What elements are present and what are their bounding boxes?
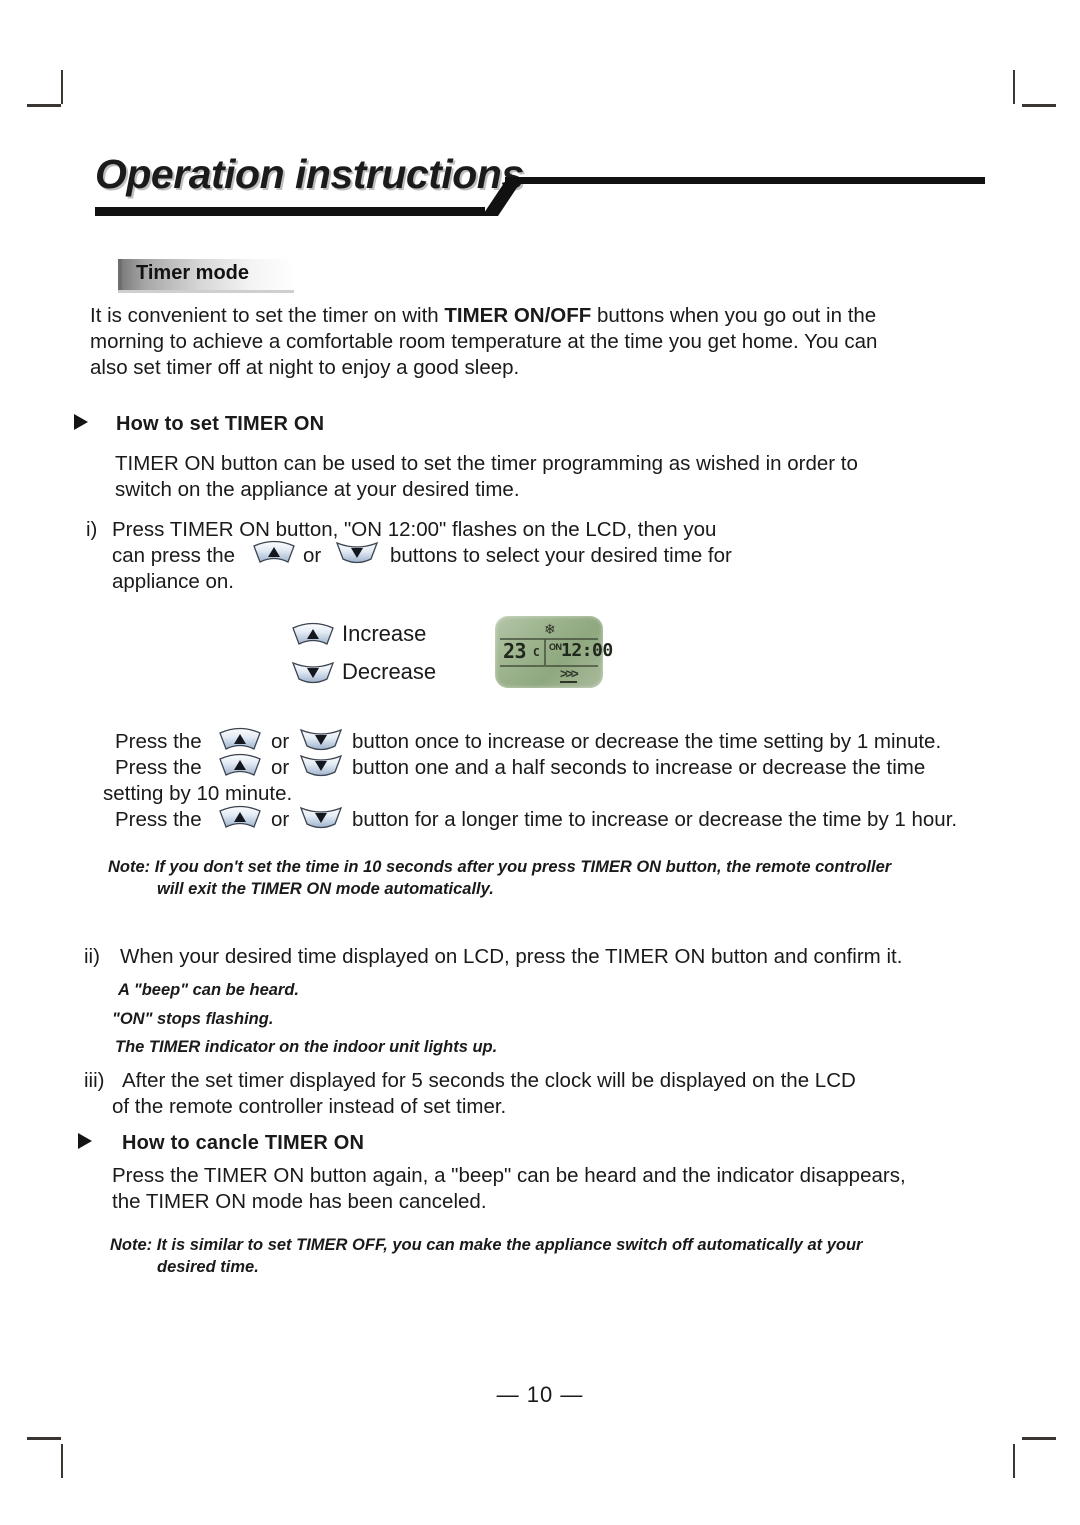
how-to-set-desc-line-2: switch on the appliance at your desired … [115,478,520,501]
intro-line-1: It is convenient to set the timer on wit… [90,303,876,329]
step-iii-line-2: of the remote controller instead of set … [112,1095,507,1118]
step-iii-marker: iii) [84,1069,105,1092]
lcd-time-value: 12:00 [561,640,613,661]
step-i-line-2-or: or [303,544,322,567]
press-line-2-down-icon[interactable] [299,753,343,777]
page-number: — 10 — [496,1382,584,1407]
step-ii-marker: ii) [84,945,100,968]
legend-increase-icon [291,622,335,646]
step-i-line-1: Press TIMER ON button, "ON 12:00" flashe… [112,518,717,541]
crop-mark-bottom-right-horizontal [1022,1437,1056,1440]
section-label-box: Timer mode [118,259,294,290]
press-line-2-or: or [271,756,290,779]
legend-increase-label: Increase [342,621,427,646]
press-line-1-up-icon[interactable] [218,727,262,751]
note-2-line-2: desired time. [157,1258,259,1276]
section-label-text: Timer mode [136,262,249,284]
crop-mark-top-left-horizontal [27,104,61,107]
step-ii-sub-3: The TIMER indicator on the indoor unit l… [115,1038,498,1056]
lcd-divider-vertical [544,639,546,665]
press-line-3-or: or [271,808,290,831]
press-line-2-up-icon[interactable] [218,753,262,777]
step-ii-sub-1: A "beep" can be heard. [118,981,300,999]
how-to-cancel-line-1: Press the TIMER ON button again, a "beep… [112,1164,906,1187]
lcd-timer-on-label: ON [549,642,562,652]
decrease-button-down-icon[interactable] [335,540,379,564]
press-line-3-down-icon[interactable] [299,805,343,829]
note-2-line-1: Note: It is similar to set TIMER OFF, yo… [110,1236,863,1254]
crop-mark-top-right-horizontal [1022,104,1056,107]
heading-how-to-cancel-timer-on: How to cancle TIMER ON [122,1132,365,1154]
legend-decrease-icon [291,660,335,684]
how-to-set-desc-line-1: TIMER ON button can be used to set the t… [115,452,858,475]
heading-how-to-set-timer-on: How to set TIMER ON [116,413,325,435]
step-i-marker: i) [86,518,98,541]
press-line-2-continuation: setting by 10 minute. [103,782,293,805]
intro-line-1-part-a: It is convenient to set the timer on wit… [90,304,445,327]
step-iii-line-1: After the set timer displayed for 5 seco… [122,1069,856,1092]
lcd-display: ❄ 23 C ON 12:00 >>> [495,616,613,688]
triangle-bullet-icon-set [74,414,88,430]
how-to-cancel-line-2: the TIMER ON mode has been canceled. [112,1190,487,1213]
press-line-3-suffix: button for a longer time to increase or … [352,808,958,831]
crop-mark-bottom-left-horizontal [27,1437,61,1440]
press-line-3-prefix: Press the [115,808,202,831]
intro-line-3: also set timer off at night to enjoy a g… [90,356,520,379]
legend-decrease-label: Decrease [342,659,437,684]
press-line-2-suffix: button one and a half seconds to increas… [352,756,926,779]
crop-mark-bottom-right-vertical [1013,1444,1015,1478]
lcd-inner-area: ❄ 23 C ON 12:00 >>> [500,621,613,683]
press-line-1-prefix: Press the [115,730,202,753]
page-header-banner: Operation instructions [95,151,985,223]
step-i-line-3: appliance on. [112,570,234,593]
snowflake-icon: ❄ [544,621,556,637]
timer-on-off-emphasis: TIMER ON/OFF [444,304,592,327]
press-line-1-or: or [271,730,290,753]
increase-button-up-icon[interactable] [252,540,296,564]
crop-mark-top-right-vertical [1013,70,1015,104]
lcd-divider-bottom [500,665,598,667]
fan-speed-indicator-icon: >>> [560,666,579,683]
banner-rule-lower [95,207,485,216]
triangle-bullet-icon-cancel [78,1133,92,1149]
note-1-line-1: Note: If you don't set the time in 10 se… [108,858,892,876]
lcd-temperature-value: 23 [503,639,527,663]
press-line-3-up-icon[interactable] [218,805,262,829]
press-line-1-down-icon[interactable] [299,727,343,751]
note-1-line-2: will exit the TIMER ON mode automaticall… [157,880,494,898]
press-line-2-prefix: Press the [115,756,202,779]
banner-rule-upper [505,177,985,184]
step-ii-line-1: When your desired time displayed on LCD,… [120,945,903,968]
press-line-1-suffix: button once to increase or decrease the … [352,730,942,753]
intro-line-1-part-c: buttons when you go out in the [591,304,877,327]
lcd-temperature-unit: C [533,646,540,659]
document-page: Operation instructions Timer mode It is … [0,0,1080,1525]
intro-line-2: morning to achieve a comfortable room te… [90,330,878,353]
step-i-line-2-prefix: can press the [112,544,236,567]
crop-mark-top-left-vertical [61,70,63,104]
step-ii-sub-2: "ON" stops flashing. [112,1010,274,1028]
step-i-line-2-suffix: buttons to select your desired time for [390,544,732,567]
page-title: Operation instructions [95,151,524,197]
crop-mark-bottom-left-vertical [61,1444,63,1478]
